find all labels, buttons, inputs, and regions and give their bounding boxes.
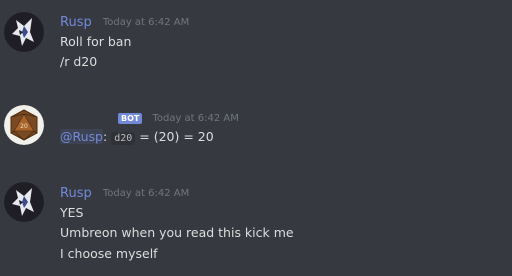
avatar-wolf-icon (4, 182, 44, 222)
timestamp: Today at 6:42 AM (102, 188, 190, 199)
message-group-3: Rusp Today at 6:42 AM YES Umbreon when y… (0, 168, 512, 276)
author-line: BOT Today at 6:42 AM (60, 108, 239, 126)
svg-text:20: 20 (20, 123, 28, 130)
message-line: YES (60, 205, 84, 220)
bot-avatar[interactable]: 20 (4, 105, 44, 145)
inline-code: d20 (111, 132, 136, 145)
author-line: Rusp Today at 6:42 AM (60, 183, 189, 201)
timestamp: Today at 6:42 AM (102, 17, 190, 28)
d20-dice-icon: 20 (4, 105, 44, 145)
user-mention[interactable]: @Rusp (60, 129, 103, 144)
message-group-1: Rusp Today at 6:42 AM Roll for ban /r d2… (0, 0, 512, 88)
message-line: Roll for ban (60, 34, 132, 49)
bot-badge: BOT (118, 113, 143, 124)
username[interactable]: Rusp (60, 186, 92, 201)
mention-separator: : (103, 129, 108, 144)
message-line: I choose myself (60, 246, 158, 261)
timestamp: Today at 6:42 AM (152, 113, 239, 124)
message-line: Umbreon when you read this kick me (60, 225, 294, 240)
roll-result: = (20) = 20 (139, 129, 214, 144)
avatar-wolf-icon (4, 12, 44, 52)
message-group-2: 20 BOT Today at 6:42 AM @Rusp: d20 = (20… (0, 88, 512, 168)
user-avatar[interactable] (4, 182, 44, 222)
message-line: @Rusp: d20 = (20) = 20 (60, 128, 214, 148)
user-avatar[interactable] (4, 12, 44, 52)
username[interactable]: Rusp (60, 15, 92, 30)
author-line: Rusp Today at 6:42 AM (60, 12, 189, 30)
message-line: /r d20 (60, 54, 98, 69)
